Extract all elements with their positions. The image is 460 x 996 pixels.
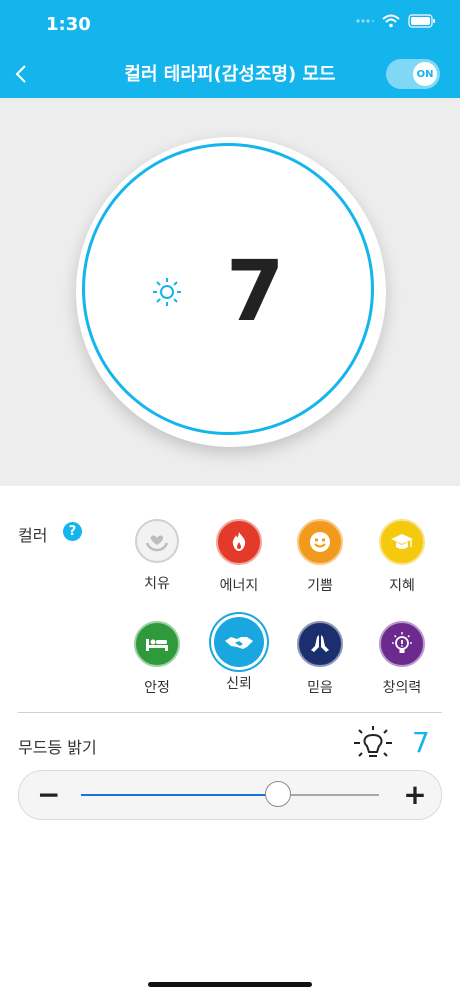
help-icon[interactable]: ? — [63, 522, 82, 541]
cellular-signal-icon — [356, 19, 374, 23]
color-item-wisdom[interactable]: 지혜 — [362, 519, 442, 595]
battery-icon — [408, 14, 435, 28]
joy-smiley-icon — [297, 519, 343, 565]
status-icons — [356, 14, 436, 28]
slider-fill — [81, 794, 278, 796]
toggle-knob: ON — [413, 62, 437, 86]
color-section-label: 컬러 — [18, 526, 48, 545]
brightness-dial[interactable]: 7 — [76, 137, 386, 447]
color-label-stability: 안정 — [144, 680, 170, 696]
faith-praying-hands-icon — [297, 621, 343, 667]
slider-thumb[interactable] — [264, 781, 291, 807]
energy-flame-icon — [216, 519, 262, 565]
sun-icon — [153, 278, 181, 306]
color-item-trust[interactable]: 신뢰 — [199, 617, 279, 693]
wifi-icon — [382, 14, 400, 28]
status-time: 1:30 — [46, 14, 91, 35]
brightness-slider-box: − + — [18, 770, 442, 820]
color-label-creativity: 창의력 — [382, 680, 422, 696]
color-item-faith[interactable]: 믿음 — [280, 621, 360, 697]
slider-track[interactable] — [81, 781, 379, 807]
color-item-healing[interactable]: 치유 — [117, 519, 197, 593]
home-indicator — [148, 982, 312, 987]
color-item-stability[interactable]: 안정 — [117, 621, 197, 697]
stability-bed-icon — [134, 621, 180, 667]
color-item-creativity[interactable]: 창의력 — [362, 621, 442, 697]
color-label-trust: 신뢰 — [226, 676, 252, 692]
trust-handshake-icon — [214, 617, 264, 667]
wisdom-graduation-cap-icon — [379, 519, 425, 565]
color-item-joy[interactable]: 기쁨 — [280, 519, 360, 595]
color-item-energy[interactable]: 에너지 — [199, 519, 279, 595]
color-label-wisdom: 지혜 — [389, 578, 415, 594]
color-label-healing: 치유 — [144, 576, 170, 592]
color-label-faith: 믿음 — [307, 680, 333, 696]
decrease-button[interactable]: − — [37, 780, 60, 810]
color-label-energy: 에너지 — [219, 578, 259, 594]
dial-value: 7 — [226, 242, 285, 340]
brightness-value: 7 — [412, 726, 430, 759]
increase-button[interactable]: + — [403, 780, 427, 810]
color-label-joy: 기쁨 — [307, 578, 333, 594]
section-divider — [18, 712, 442, 713]
brightness-label: 무드등 밝기 — [18, 738, 97, 757]
lightbulb-icon — [354, 726, 392, 757]
creativity-lightbulb-icon — [379, 621, 425, 667]
power-toggle[interactable]: ON — [386, 59, 440, 89]
app-header: 1:30 컬러 테라피(감성조명) 모드 ON — [0, 0, 460, 98]
healing-heart-hands-icon — [135, 519, 179, 563]
